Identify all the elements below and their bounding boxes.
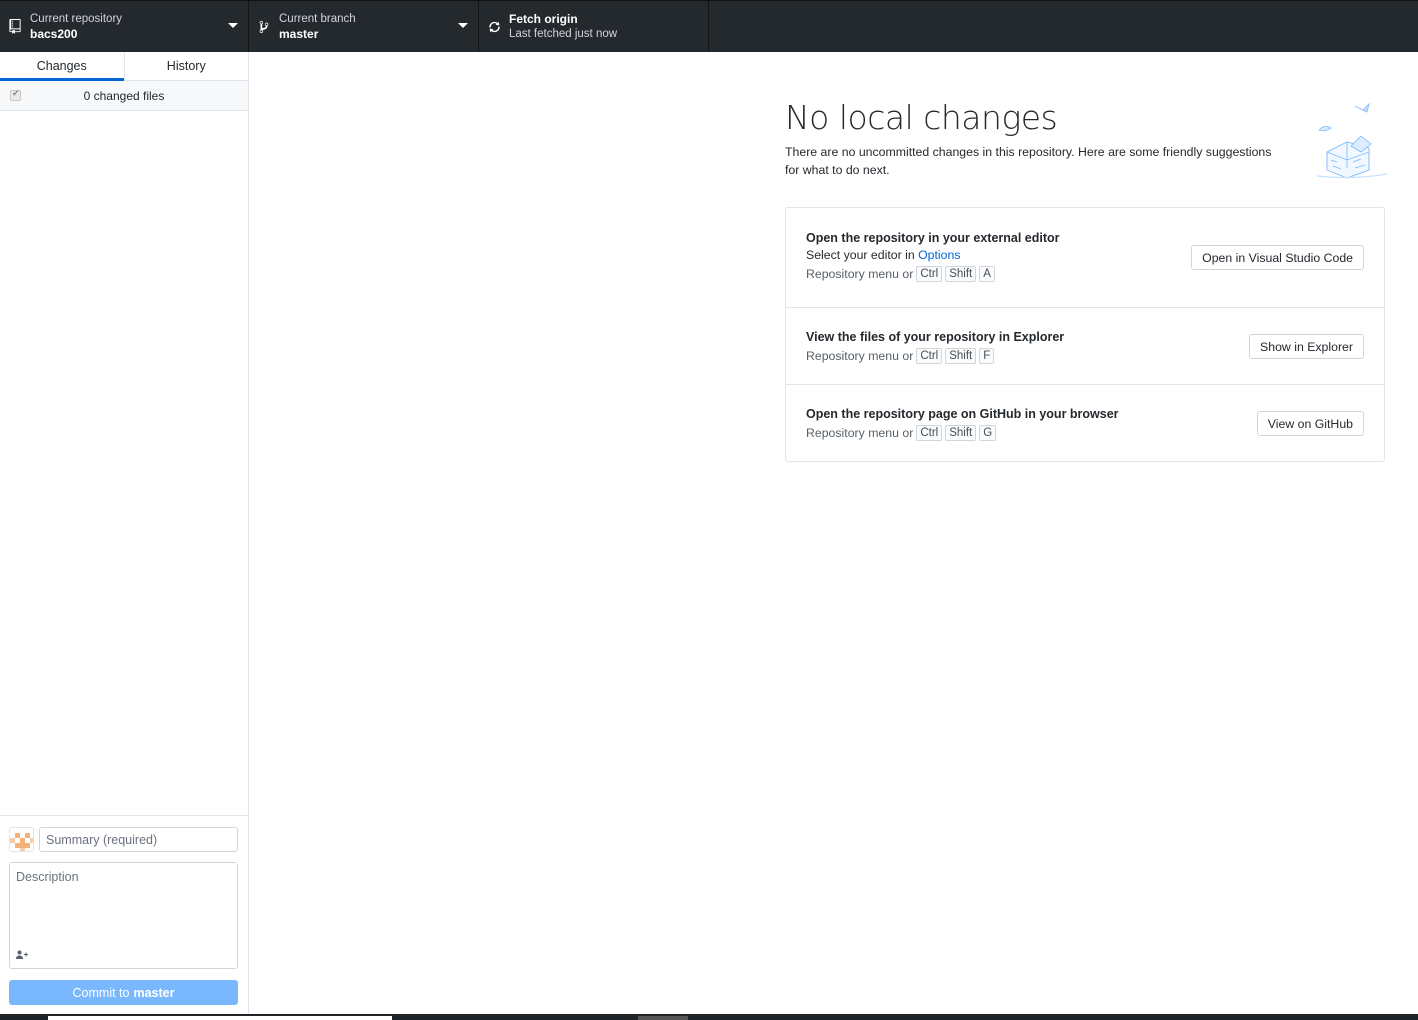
main-content: No local changes There are no uncommitte… — [249, 52, 1418, 1014]
key-shift: Shift — [945, 266, 977, 282]
taskbar-item[interactable] — [48, 1016, 392, 1020]
sidebar: Changes History 0 changed files — [0, 52, 249, 1014]
suggestion-open-editor: Open the repository in your external edi… — [786, 208, 1384, 308]
repo-icon — [0, 19, 30, 34]
tab-changes[interactable]: Changes — [0, 52, 124, 81]
key-a: A — [979, 266, 995, 282]
key-ctrl: Ctrl — [916, 425, 943, 441]
toolbar: Current repository bacs200 Current branc… — [0, 0, 1418, 52]
empty-state-illustration-icon — [1313, 102, 1389, 180]
suggestion-title: Open the repository in your external edi… — [806, 231, 1060, 245]
commit-button-label: Commit to — [72, 985, 130, 1000]
fetch-title: Fetch origin — [509, 11, 578, 26]
show-in-explorer-button[interactable]: Show in Explorer — [1249, 334, 1364, 359]
sidebar-tabs: Changes History — [0, 52, 248, 81]
repository-selector[interactable]: Current repository bacs200 — [0, 1, 249, 52]
key-shift: Shift — [945, 425, 977, 441]
branch-label: Current branch — [279, 12, 356, 25]
commit-description-box — [9, 862, 238, 969]
commit-description-input[interactable] — [10, 863, 237, 943]
key-ctrl: Ctrl — [916, 348, 943, 364]
commit-summary-input[interactable] — [39, 827, 238, 852]
shortcut-prefix: Repository menu or — [806, 267, 914, 281]
key-f: F — [979, 348, 995, 364]
taskbar-item[interactable] — [638, 1016, 688, 1020]
open-in-editor-button[interactable]: Open in Visual Studio Code — [1191, 245, 1364, 270]
suggestions-panel: Open the repository in your external edi… — [785, 207, 1385, 462]
page-subtitle: There are no uncommitted changes in this… — [785, 145, 1272, 177]
branch-name: master — [279, 26, 319, 41]
shortcut-prefix: Repository menu or — [806, 349, 914, 363]
suggestion-show-explorer: View the files of your repository in Exp… — [786, 308, 1384, 385]
fetch-origin-button[interactable]: Fetch origin Last fetched just now — [479, 1, 709, 52]
key-ctrl: Ctrl — [916, 266, 943, 282]
avatar — [9, 827, 34, 852]
commit-button[interactable]: Commit to master — [9, 980, 238, 1005]
git-branch-icon — [249, 20, 279, 34]
changed-files-header: 0 changed files — [0, 81, 248, 111]
options-link[interactable]: Options — [918, 248, 960, 262]
commit-message-area: Commit to master — [0, 815, 248, 1014]
tab-history[interactable]: History — [123, 52, 249, 80]
branch-selector[interactable]: Current branch master — [249, 1, 479, 52]
view-on-github-button[interactable]: View on GitHub — [1256, 411, 1364, 436]
page-title: No local changes — [785, 98, 1058, 137]
commit-button-branch: master — [133, 985, 175, 1000]
suggestion-description-text: Select your editor in — [806, 248, 915, 262]
key-g: G — [979, 425, 997, 441]
caret-down-icon — [458, 23, 468, 28]
caret-down-icon — [228, 23, 238, 28]
repository-label: Current repository — [30, 12, 123, 25]
fetch-status: Last fetched just now — [509, 27, 618, 40]
sync-icon — [479, 20, 509, 34]
changed-files-count: 0 changed files — [83, 88, 165, 103]
key-shift: Shift — [945, 348, 977, 364]
shortcut-prefix: Repository menu or — [806, 426, 914, 440]
add-coauthor-icon[interactable] — [16, 950, 28, 962]
taskbar — [0, 1014, 1418, 1020]
select-all-checkbox[interactable] — [10, 88, 21, 101]
repository-name: bacs200 — [30, 26, 78, 41]
suggestion-view-on-github: Open the repository page on GitHub in yo… — [786, 385, 1384, 461]
